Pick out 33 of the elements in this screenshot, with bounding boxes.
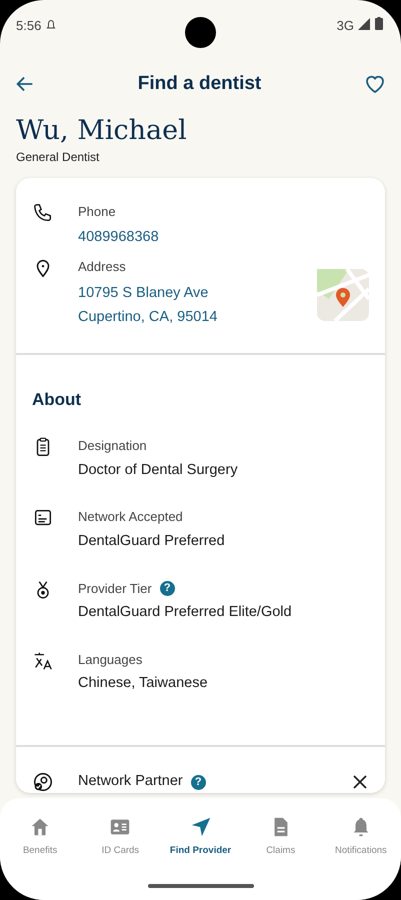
field-label: Network Accepted xyxy=(78,508,183,526)
contact-link[interactable]: Cupertino, CA, 95014 xyxy=(78,304,317,329)
page-title: Find a dentist xyxy=(138,72,262,96)
field-label: Designation xyxy=(78,437,147,456)
close-icon[interactable] xyxy=(351,773,369,792)
help-icon[interactable]: ? xyxy=(190,774,206,790)
field-value: Doctor of Dental Surgery xyxy=(78,460,239,480)
nav-tab[interactable]: Claims xyxy=(240,798,321,860)
network-type: 3G xyxy=(336,17,354,35)
field-value: Chinese, Taiwanese xyxy=(78,674,209,694)
camera-hole xyxy=(185,17,216,48)
field-label: Provider Tier xyxy=(78,580,152,598)
field-label: Phone xyxy=(78,202,117,221)
battery-icon xyxy=(375,17,383,30)
navigation-arrow-icon xyxy=(190,816,212,838)
contact-link[interactable]: 10795 S Blaney Ave xyxy=(78,280,317,305)
nav-tab[interactable]: ID Cards xyxy=(80,798,160,860)
nav-tab[interactable]: Find Provider xyxy=(160,798,241,860)
section-title: About xyxy=(31,388,82,411)
field-value: DentalGuard Preferred xyxy=(78,532,226,551)
network-partner-label: Network Partner xyxy=(78,772,183,792)
contact-link[interactable]: 4089968368 xyxy=(78,225,369,250)
help-icon[interactable]: ? xyxy=(160,580,175,596)
signal-icon xyxy=(358,18,370,30)
field-label: Languages xyxy=(78,650,142,669)
nav-tab[interactable]: Notifications xyxy=(320,798,401,860)
phone-icon xyxy=(32,202,54,224)
provider-specialty: General Dentist xyxy=(15,148,100,166)
provider-name: Wu, Michael xyxy=(15,116,188,146)
nav-tab[interactable]: Benefits xyxy=(0,798,80,860)
field-value: DentalGuard Preferred Elite/Gold xyxy=(78,603,293,622)
field-label: Address xyxy=(78,258,127,276)
status-time: 5:56 xyxy=(16,17,42,35)
